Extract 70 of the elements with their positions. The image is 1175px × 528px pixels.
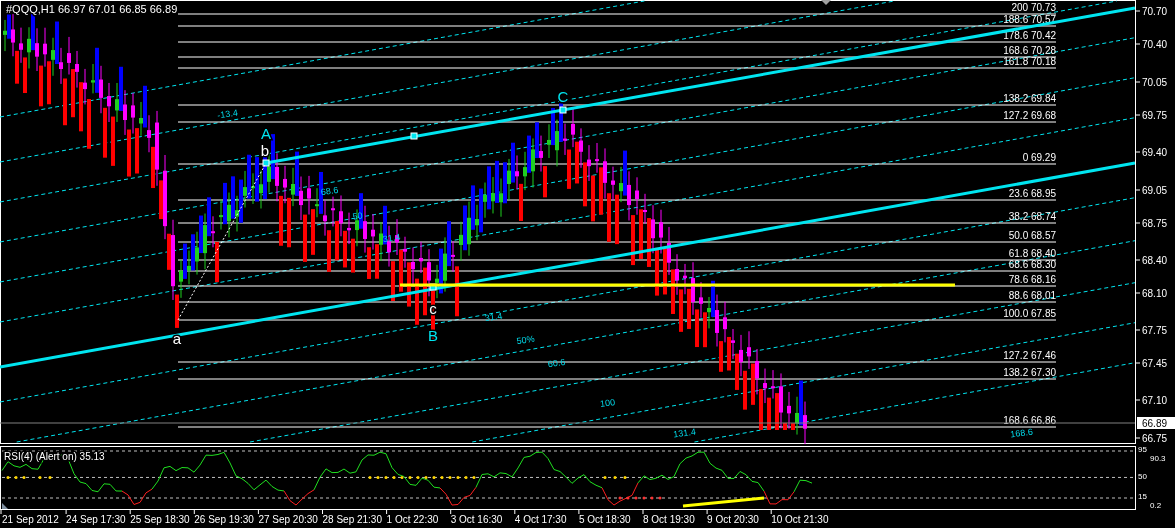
channel-level-label: -13.4: [216, 107, 239, 121]
rsi-axis-label: 15: [1138, 492, 1147, 501]
rsi-axis-label: 0.2: [1150, 501, 1162, 510]
price-axis-label: 68.10: [1142, 288, 1168, 299]
fib-level-label: 100.0 67.85: [1003, 308, 1056, 319]
price-axis-label: 70.40: [1142, 39, 1168, 50]
wave-label: B: [428, 327, 438, 344]
time-axis-label: 26 Sep 19:30: [194, 514, 254, 525]
anchor-handle[interactable]: [559, 106, 567, 114]
time-axis-label: 1 Oct 22:30: [386, 514, 439, 525]
time-axis-label: 4 Oct 17:30: [514, 514, 567, 525]
price-axis-label: 67.10: [1142, 395, 1168, 406]
price-axis-label: 69.40: [1142, 147, 1168, 158]
price-axis-label: 70.05: [1142, 77, 1168, 88]
time-axis-label: 24 Sep 17:30: [66, 514, 126, 525]
price-axis-label: 66.75: [1142, 433, 1168, 444]
fib-level-label: 168.6 70.28: [1003, 45, 1056, 56]
anchor-handle[interactable]: [410, 132, 418, 140]
time-axis-label: 9 Oct 20:30: [707, 514, 759, 525]
current-price-tag: 66.89: [1137, 417, 1175, 429]
anchor-handle[interactable]: [262, 159, 270, 167]
fib-level-label: 138.2 67.30: [1003, 367, 1056, 378]
corner-marker-icon: [2, 503, 8, 509]
fib-level-label: 23.6 68.95: [1008, 188, 1056, 199]
channel-level-label: 100: [599, 397, 616, 410]
fib-level-label: 138.2 69.84: [1003, 93, 1056, 104]
shift-marker-icon[interactable]: [821, 0, 831, 5]
fib-level-label: 68.6 68.30: [1008, 259, 1056, 270]
channel-level-label: 131.4: [672, 426, 697, 440]
price-axis-label: 69.05: [1142, 185, 1168, 196]
ohlc-quotes: 66.97 67.01 66.85 66.89: [58, 3, 178, 15]
time-axis-label: 27 Sep 20:30: [258, 514, 318, 525]
channel-level-label: 31.4: [382, 231, 401, 245]
rsi-axis-label: 95: [1138, 445, 1147, 454]
fib-level-label: 200 70.73: [1011, 2, 1056, 13]
rsi-axis-label: 50: [1138, 472, 1147, 481]
fib-level-label: 161.8 70.18: [1003, 56, 1056, 67]
time-axis-label: 10 Oct 21:30: [771, 514, 829, 525]
time-axis-label: 5 Oct 18:30: [578, 514, 631, 525]
time-axis-label: 3 Oct 16:30: [450, 514, 503, 525]
fib-level-label: 0 69.29: [1022, 152, 1056, 163]
wave-label: A: [261, 125, 271, 142]
fib-level-label: 88.6 68.01: [1008, 290, 1056, 301]
fib-level-label: 61.8 68.40: [1008, 248, 1056, 259]
channel-level-label: 50: [351, 210, 364, 222]
price-axis-label: 68.75: [1142, 218, 1168, 229]
anchor-handle[interactable]: [429, 283, 437, 291]
fib-level-label: 168.6 66.86: [1003, 415, 1056, 426]
fib-level-label: 38.2 68.74: [1008, 211, 1056, 222]
rsi-axis-label: 90.3: [1150, 454, 1166, 463]
price-axis-label: 69.75: [1142, 110, 1168, 121]
fib-level-label: 127.2 67.46: [1003, 350, 1056, 361]
fib-level-label: 78.6 68.16: [1008, 274, 1056, 285]
fib-level-label: 127.2 69.68: [1003, 110, 1056, 121]
channel-level-label: 168.6: [1009, 426, 1034, 440]
channel-level-label: 50%: [515, 333, 536, 347]
time-axis-label: 8 Oct 19:30: [643, 514, 695, 525]
price-axis-label: 67.75: [1142, 325, 1168, 336]
fib-level-label: 188.6 70.57: [1003, 14, 1056, 25]
time-axis-label: 21 Sep 2012: [2, 514, 59, 525]
wave-label: C: [557, 88, 569, 105]
channel-level-label: 68.6: [320, 184, 339, 198]
time-axis-label: 25 Sep 18:30: [130, 514, 190, 525]
price-axis-label: 68.40: [1142, 255, 1168, 266]
fib-level-label: 50.0 68.57: [1008, 230, 1056, 241]
time-axis-label: 28 Sep 21:30: [322, 514, 382, 525]
channel-level-label: 60.6: [547, 356, 566, 370]
price-axis-label: 67.45: [1142, 358, 1168, 369]
price-axis-label: 70.70: [1142, 6, 1168, 17]
channel-level-label: 31.4: [484, 310, 503, 324]
